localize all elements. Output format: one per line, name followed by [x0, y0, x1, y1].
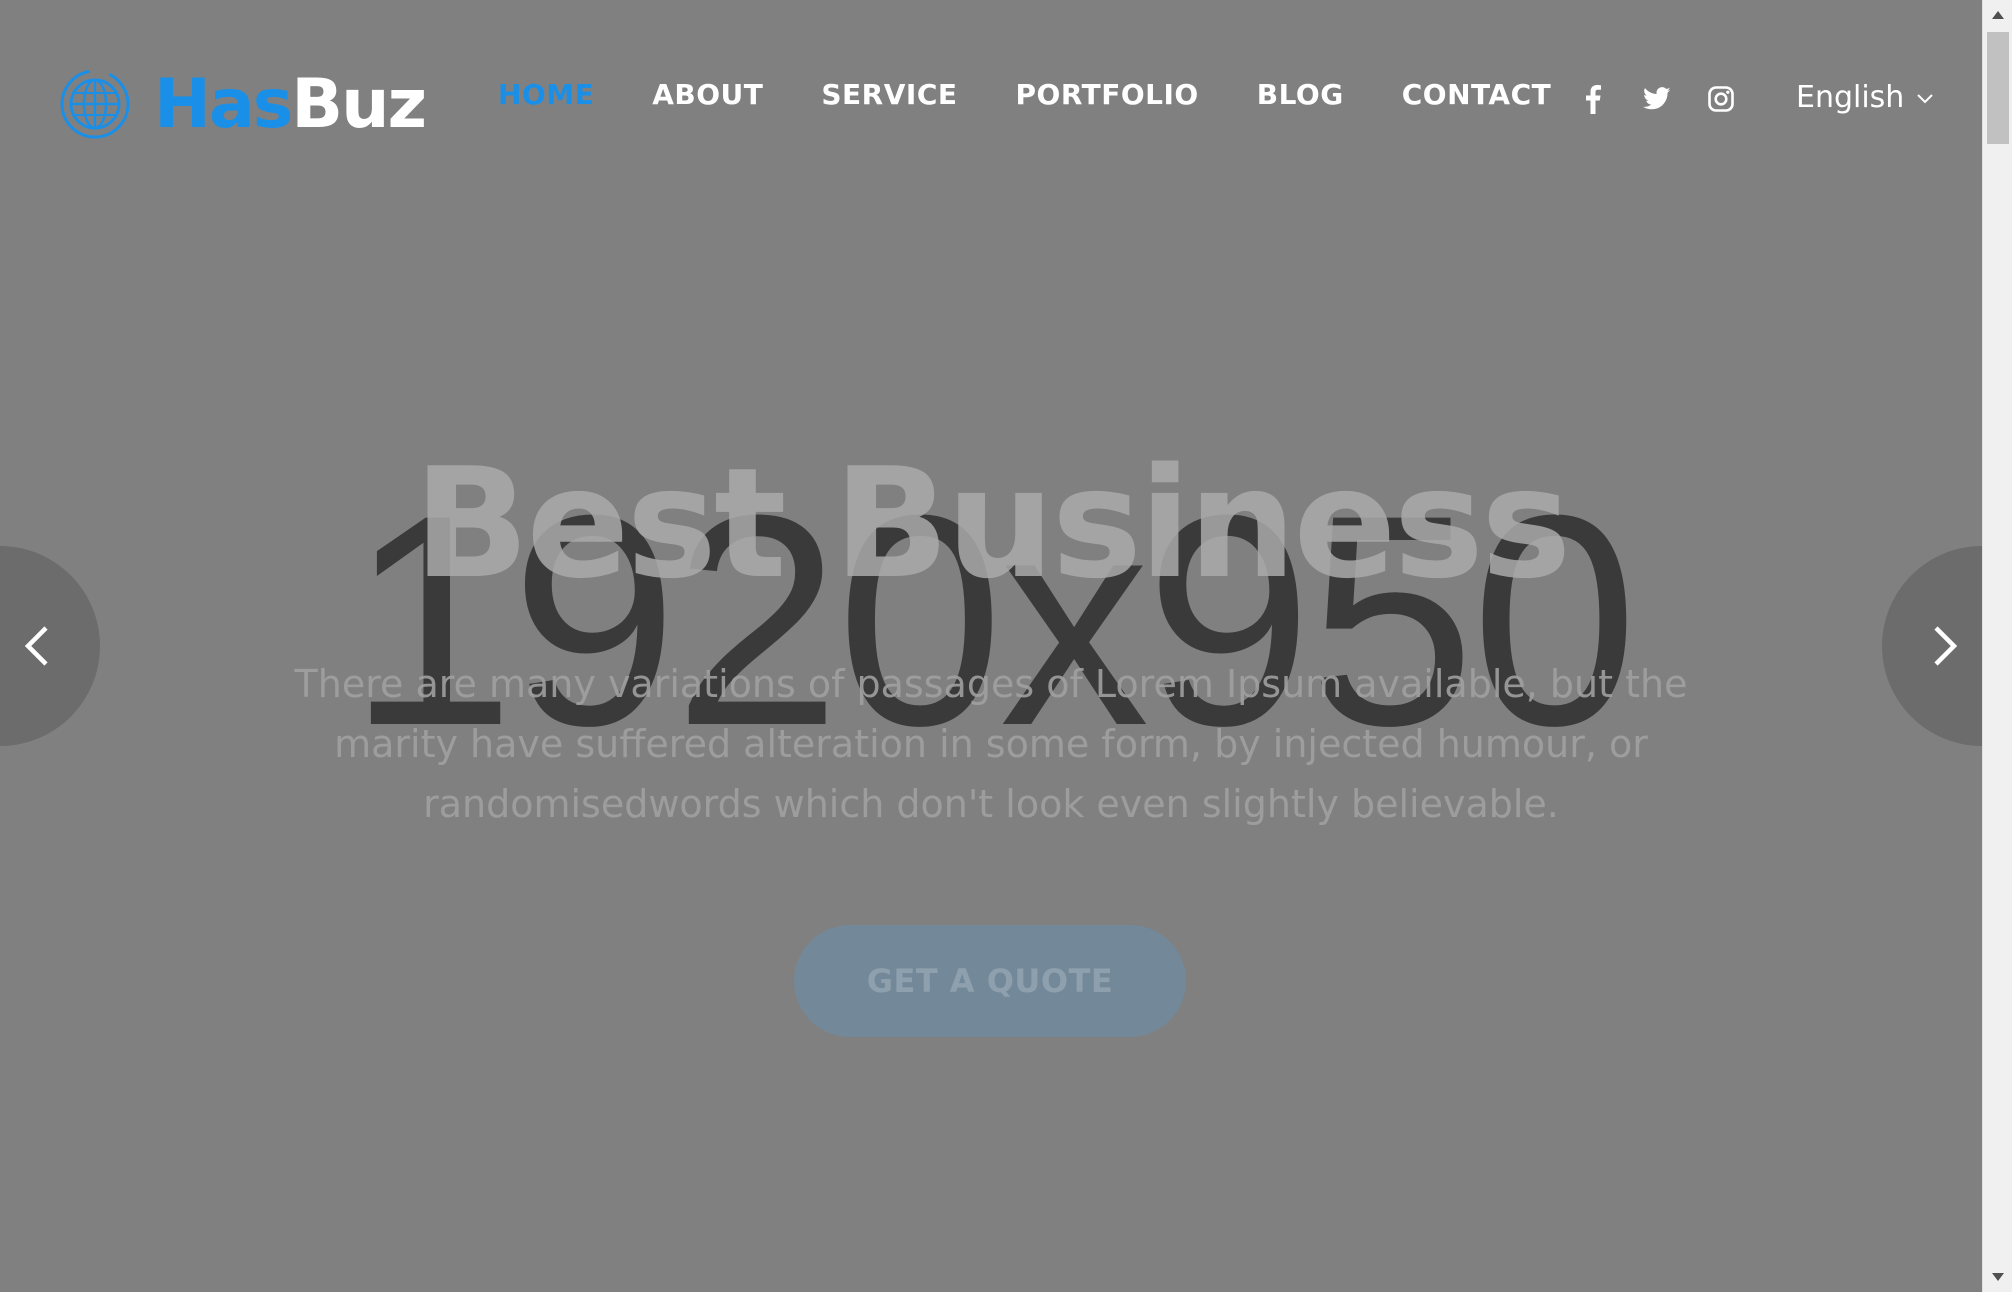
vertical-scrollbar[interactable]	[1982, 0, 2012, 1292]
get-a-quote-button[interactable]: GET A QUOTE	[794, 925, 1186, 1037]
chevron-left-icon	[24, 626, 48, 666]
twitter-icon[interactable]	[1642, 80, 1672, 118]
scroll-down-arrow[interactable]	[1983, 1262, 2012, 1292]
page: 1920x950 HasBuz HOME ABOUT SERVICE PORTF…	[0, 0, 2012, 1292]
scroll-thumb[interactable]	[1987, 32, 2009, 144]
logo-text-has: Has	[154, 64, 293, 144]
logo[interactable]: HasBuz	[58, 64, 427, 144]
hero-viewport: 1920x950 HasBuz HOME ABOUT SERVICE PORTF…	[0, 0, 1982, 1292]
logo-text: HasBuz	[154, 64, 427, 144]
nav-home[interactable]: HOME	[498, 78, 594, 111]
main-nav: HOME ABOUT SERVICE PORTFOLIO BLOG CONTAC…	[498, 78, 1609, 111]
social-links	[1578, 80, 1770, 118]
language-select[interactable]: English	[1796, 80, 1934, 115]
chevron-down-icon	[1917, 93, 1934, 103]
facebook-icon[interactable]	[1578, 80, 1608, 118]
scroll-up-arrow[interactable]	[1983, 0, 2012, 30]
chevron-right-icon	[1934, 626, 1958, 666]
nav-portfolio[interactable]: PORTFOLIO	[1016, 78, 1199, 111]
site-header: HasBuz HOME ABOUT SERVICE PORTFOLIO BLOG…	[0, 0, 1982, 200]
logo-text-buz: Buz	[291, 64, 427, 144]
hero-title: Best Business	[413, 435, 1572, 612]
hero-description: There are many variations of passages of…	[294, 662, 1688, 826]
nav-service[interactable]: SERVICE	[821, 78, 957, 111]
nav-blog[interactable]: BLOG	[1257, 78, 1344, 111]
nav-contact[interactable]: CONTACT	[1402, 78, 1552, 111]
nav-about[interactable]: ABOUT	[652, 78, 763, 111]
language-selected: English	[1796, 80, 1905, 115]
globe-icon	[60, 69, 130, 139]
instagram-icon[interactable]	[1706, 80, 1736, 118]
